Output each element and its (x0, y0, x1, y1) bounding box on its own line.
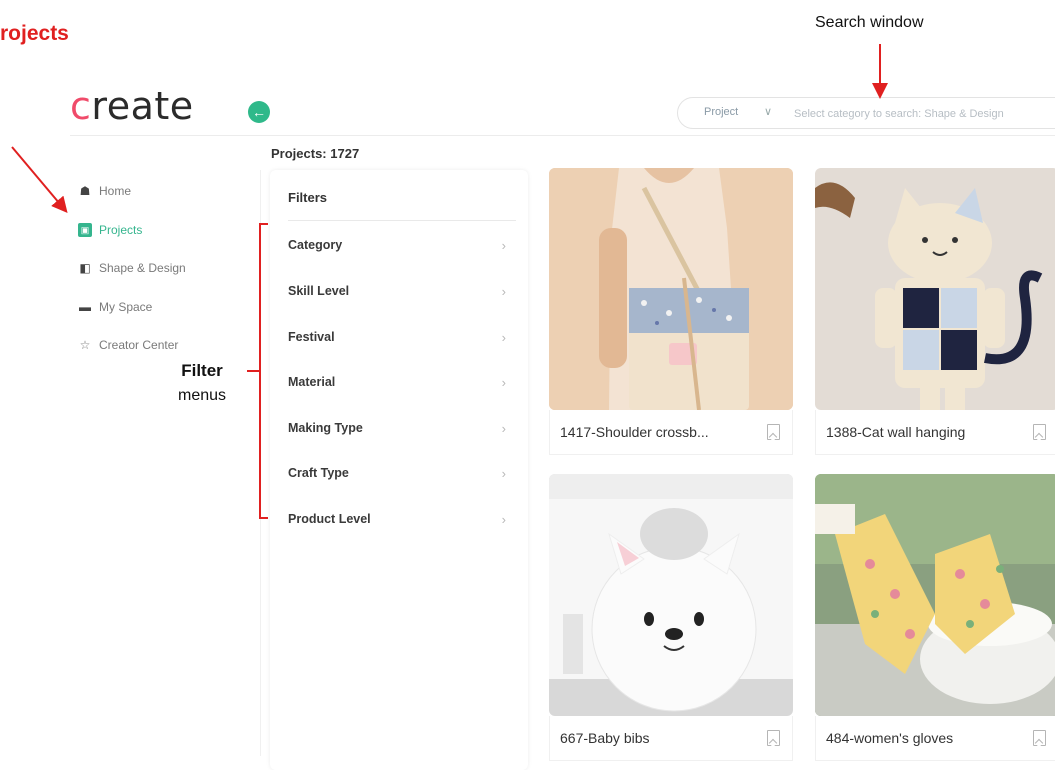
card-title[interactable]: 484-women's gloves (826, 730, 953, 746)
chevron-right-icon: › (501, 374, 506, 390)
project-card[interactable]: 667-Baby bibs (549, 474, 793, 761)
annotation-bracket (259, 223, 268, 519)
filter-craft-type[interactable]: Craft Type › (288, 461, 506, 485)
sidebar-item-home[interactable]: ☗ Home (78, 172, 248, 211)
cat-wall-hanging-photo[interactable] (815, 168, 1055, 410)
annotation-filter-rest: menus (177, 387, 227, 404)
chevron-right-icon: › (501, 420, 506, 436)
annotation-arrow-projects (11, 146, 68, 214)
annotation-filter-label: Filter menus (158, 358, 246, 408)
search-input[interactable] (792, 103, 1055, 125)
folder-icon: ▬ (79, 299, 91, 314)
sidebar: ☗ Home ▣ Projects ◧ Shape & Design ▬ My … (78, 172, 248, 365)
chevron-down-icon[interactable]: ∨ (764, 105, 772, 118)
projects-count: Projects: 1727 (271, 146, 359, 161)
filter-label: Craft Type (288, 466, 349, 480)
chevron-right-icon: › (501, 329, 506, 345)
filter-skill-level[interactable]: Skill Level › (288, 279, 506, 303)
header-divider (70, 135, 1055, 136)
chevron-right-icon: › (501, 465, 506, 481)
shape-design-icon: ◧ (79, 261, 91, 276)
shoulder-bag-image (549, 168, 793, 410)
filters-panel: Filters Category › Skill Level › Festival ›… (270, 170, 528, 770)
search-category-select[interactable]: Project (704, 106, 738, 118)
create-logo[interactable]: create (70, 84, 194, 128)
filter-product-level[interactable]: Product Level › (288, 507, 506, 531)
sidebar-item-my-space[interactable]: ▬ My Space (78, 288, 248, 327)
filter-label: Making Type (288, 421, 363, 435)
chevron-right-icon: › (501, 237, 506, 253)
filter-label: Skill Level (288, 284, 350, 298)
sidebar-item-label: Projects (99, 222, 143, 237)
card-title[interactable]: 1388-Cat wall hanging (826, 424, 965, 440)
card-title[interactable]: 1417-Shoulder crossb... (560, 424, 709, 440)
sidebar-item-label: My Space (99, 299, 153, 314)
back-button[interactable]: ← (248, 101, 270, 123)
filter-making-type[interactable]: Making Type › (288, 416, 506, 440)
chevron-right-icon: › (501, 511, 506, 527)
filter-category[interactable]: Category › (288, 233, 506, 257)
bookmark-icon[interactable] (1033, 424, 1046, 440)
sidebar-item-label: Shape & Design (99, 261, 186, 276)
bookmark-icon[interactable] (1033, 730, 1046, 746)
arrow-left-icon: ← (252, 104, 266, 120)
sidebar-divider (260, 170, 261, 756)
sidebar-item-label: Home (99, 184, 132, 199)
project-card[interactable]: 1417-Shoulder crossb... (549, 168, 793, 455)
filter-label: Festival (288, 330, 335, 344)
annotation-search-label: Search window (815, 14, 924, 31)
sidebar-item-label: Creator Center (99, 338, 179, 353)
sidebar-item-shape-design[interactable]: ◧ Shape & Design (78, 249, 248, 288)
logo-rest: reate (91, 84, 194, 128)
card-caption: 667-Baby bibs (549, 716, 793, 761)
project-card[interactable]: 484-women's gloves (815, 474, 1055, 761)
baby-bib-photo[interactable] (549, 474, 793, 716)
card-caption: 1417-Shoulder crossb... (549, 410, 793, 455)
filter-festival[interactable]: Festival › (288, 325, 506, 349)
filter-label: Material (288, 375, 336, 389)
cat-hanging-image (815, 168, 1055, 410)
filters-title: Filters (288, 190, 328, 205)
annotation-page-title: rojects (0, 22, 69, 45)
home-icon: ☗ (79, 184, 91, 199)
sidebar-item-creator-center[interactable]: ☆ Creator Center (78, 326, 248, 365)
card-caption: 484-women's gloves (815, 716, 1055, 761)
star-icon: ☆ (79, 338, 91, 353)
filter-material[interactable]: Material › (288, 370, 506, 394)
project-card[interactable]: 1388-Cat wall hanging (815, 168, 1055, 455)
search-bar[interactable]: Project ∨ (677, 97, 1055, 129)
chevron-right-icon: › (501, 283, 506, 299)
filters-divider (288, 220, 516, 221)
bookmark-icon[interactable] (767, 424, 780, 440)
shoulder-bag-photo[interactable] (549, 168, 793, 410)
projects-icon: ▣ (78, 222, 92, 237)
projects-count-label: Projects: (271, 146, 327, 161)
gloves-image (815, 474, 1055, 716)
projects-count-value: 1727 (330, 146, 360, 161)
logo-first-letter: c (70, 84, 92, 128)
card-caption: 1388-Cat wall hanging (815, 410, 1055, 455)
bookmark-icon[interactable] (767, 730, 780, 746)
card-title[interactable]: 667-Baby bibs (560, 730, 650, 746)
baby-bib-image (549, 474, 793, 716)
oven-gloves-photo[interactable] (815, 474, 1055, 716)
filter-label: Product Level (288, 512, 371, 526)
sidebar-item-projects[interactable]: ▣ Projects (78, 211, 248, 250)
filter-label: Category (288, 238, 343, 252)
